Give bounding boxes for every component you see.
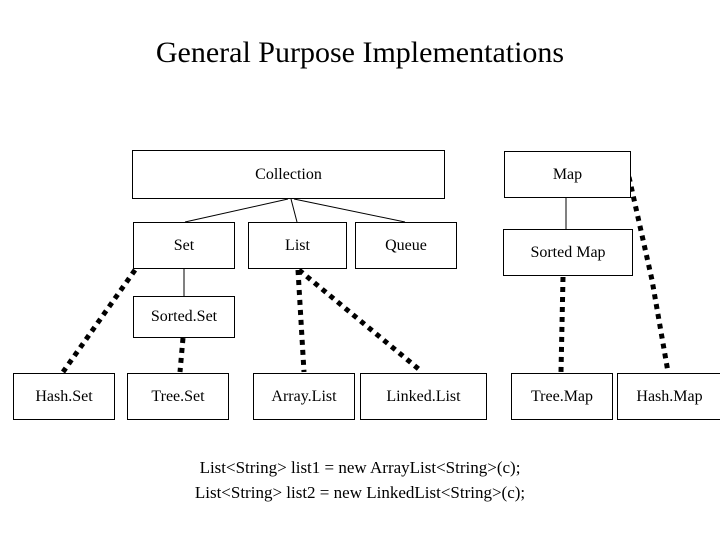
- slide-canvas: General Purpose Implementations Collecti…: [0, 0, 720, 540]
- node-tree-map[interactable]: Tree.Map: [511, 373, 613, 420]
- edge-collection-to-list: [290, 198, 298, 223]
- code-snippet: List<String> list1 = new ArrayList<Strin…: [0, 455, 720, 505]
- node-sorted-set[interactable]: Sorted.Set: [133, 296, 235, 338]
- node-map[interactable]: Map: [504, 151, 631, 198]
- node-queue[interactable]: Queue: [355, 222, 457, 269]
- node-linked-list[interactable]: Linked.List: [360, 373, 487, 420]
- code-line-1: List<String> list1 = new ArrayList<Strin…: [199, 458, 521, 477]
- code-line-2: List<String> list2 = new LinkedList<Stri…: [194, 483, 526, 502]
- node-list[interactable]: List: [248, 222, 347, 269]
- node-tree-set[interactable]: Tree.Set: [127, 373, 229, 420]
- node-sorted-map[interactable]: Sorted Map: [503, 229, 633, 276]
- edge-list-to-array-list: [295, 269, 307, 373]
- node-hash-map[interactable]: Hash.Map: [617, 373, 720, 420]
- node-set[interactable]: Set: [133, 222, 235, 269]
- edge-collection-to-set: [184, 198, 289, 223]
- edge-list-to-linked-list: [297, 268, 423, 373]
- edge-sorted-set-to-tree-set: [177, 337, 186, 373]
- edge-set-to-hash-set: [60, 268, 138, 374]
- edge-map-to-hash-map: [626, 176, 671, 373]
- node-array-list[interactable]: Array.List: [253, 373, 355, 420]
- edge-sorted-map-to-tree-map: [558, 276, 566, 373]
- page-title: General Purpose Implementations: [155, 36, 565, 69]
- edge-collection-to-queue: [293, 198, 406, 223]
- node-hash-set[interactable]: Hash.Set: [13, 373, 115, 420]
- node-collection[interactable]: Collection: [132, 150, 445, 199]
